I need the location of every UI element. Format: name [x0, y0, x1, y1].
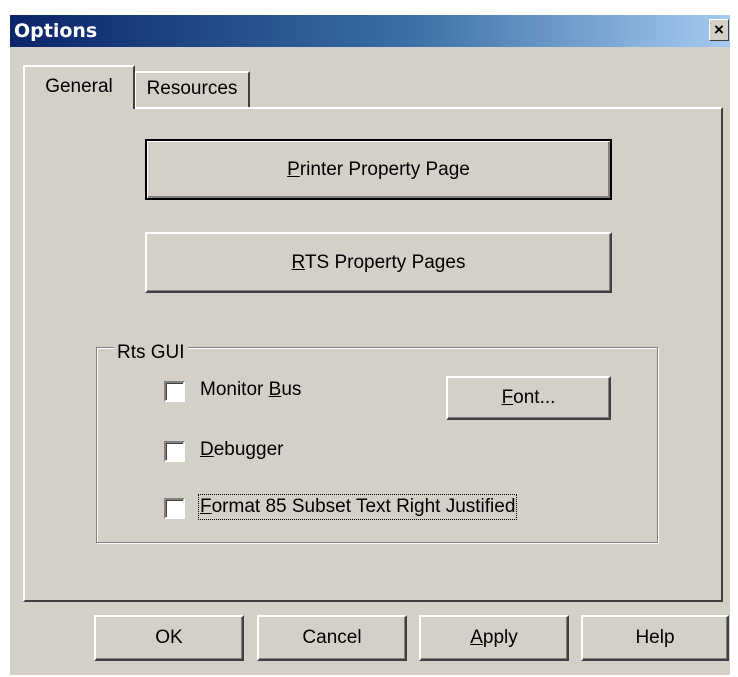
format-85-justified-checkbox[interactable] — [164, 498, 185, 519]
ok-button[interactable]: OK — [94, 615, 244, 661]
printer-property-page-label: Printer Property Page — [287, 158, 470, 180]
tab-general[interactable]: General — [23, 65, 135, 109]
ok-button-label: OK — [155, 627, 183, 648]
rts-property-pages-button[interactable]: RTS Property Pages — [145, 232, 612, 293]
options-dialog: Options × Resources General Printer Prop… — [10, 15, 730, 675]
tab-general-label: General — [45, 76, 113, 97]
font-button-label: Font... — [501, 387, 556, 408]
tab-resources[interactable]: Resources — [134, 71, 250, 109]
window-title: Options — [14, 20, 98, 42]
cancel-button[interactable]: Cancel — [257, 615, 407, 661]
help-button-label: Help — [635, 627, 675, 648]
font-button[interactable]: Font... — [446, 376, 611, 420]
monitor-bus-label[interactable]: Monitor Bus — [200, 379, 301, 401]
debugger-label[interactable]: Debugger — [200, 439, 283, 461]
monitor-bus-checkbox[interactable] — [164, 381, 185, 402]
apply-button-label: Apply — [470, 627, 518, 648]
format-85-justified-label[interactable]: Format 85 Subset Text Right Justified — [197, 494, 518, 520]
debugger-checkbox[interactable] — [164, 441, 185, 462]
cancel-button-label: Cancel — [302, 627, 362, 648]
tab-resources-label: Resources — [146, 78, 238, 99]
rts-gui-group-title: Rts GUI — [114, 342, 188, 364]
help-button[interactable]: Help — [581, 615, 729, 661]
close-icon: × — [714, 20, 724, 39]
rts-property-pages-label: RTS Property Pages — [291, 251, 466, 273]
title-bar[interactable]: Options × — [10, 15, 730, 47]
apply-button[interactable]: Apply — [419, 615, 569, 661]
printer-property-page-button[interactable]: Printer Property Page — [145, 139, 612, 200]
close-button[interactable]: × — [709, 19, 729, 41]
